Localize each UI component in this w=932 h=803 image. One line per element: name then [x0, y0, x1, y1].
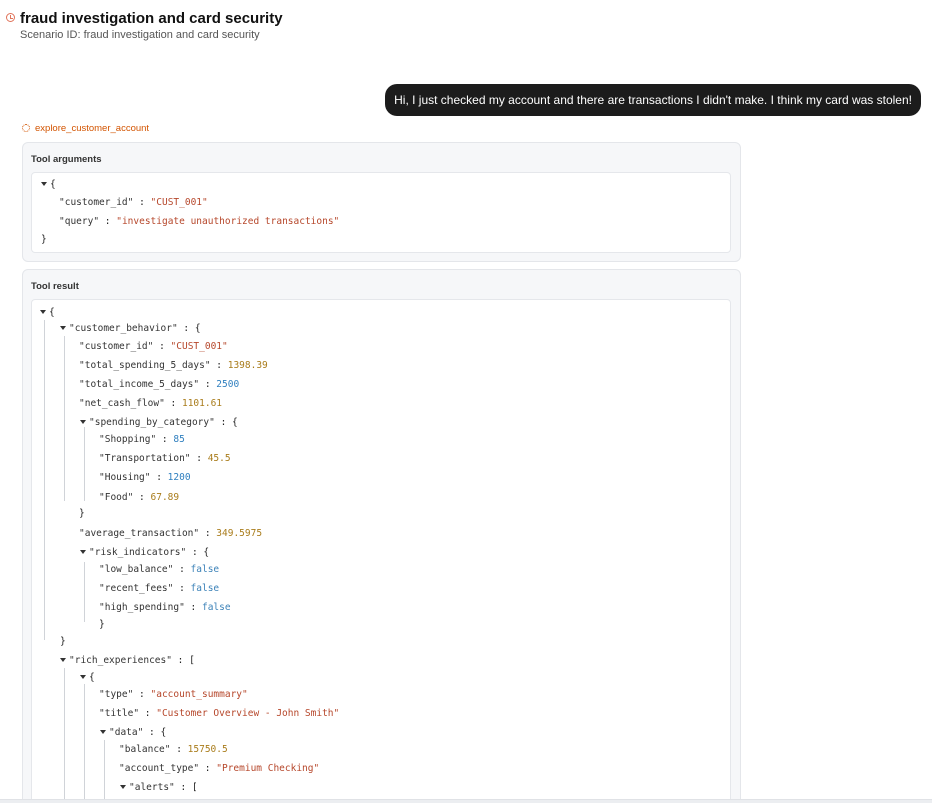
- json-entry: "recent_fees" : false: [99, 583, 220, 594]
- json-close-brace: }: [41, 234, 47, 245]
- json-node-toggle[interactable]: {: [80, 671, 95, 685]
- json-close-brace: }: [99, 619, 105, 630]
- gear-icon: [22, 124, 30, 132]
- caret-down-icon: [40, 310, 46, 314]
- json-node-toggle[interactable]: "customer_behavior" : {: [60, 322, 201, 336]
- json-entry: "title" : "Customer Overview - John Smit…: [99, 708, 340, 719]
- json-entry: "type" : "account_summary": [99, 689, 248, 700]
- user-message-bubble: Hi, I just checked my account and there …: [385, 84, 921, 116]
- tool-result-label: Tool result: [31, 281, 79, 292]
- tool-call-toggle[interactable]: explore_customer_account: [22, 123, 149, 134]
- json-node-toggle[interactable]: "risk_indicators" : {: [80, 546, 209, 560]
- json-entry: "high_spending" : false: [99, 602, 231, 613]
- json-entry: "customer_id" : "CUST_001": [59, 197, 208, 208]
- tool-result-json: { "customer_behavior" : { "customer_id" …: [31, 299, 731, 803]
- caret-down-icon: [41, 182, 47, 186]
- horizontal-scrollbar[interactable]: [0, 799, 932, 803]
- json-entry: "balance" : 15750.5: [119, 744, 228, 755]
- json-root-toggle[interactable]: {: [41, 178, 56, 192]
- tool-arguments-label: Tool arguments: [31, 154, 102, 165]
- tool-result-panel: Tool result { "customer_behavior" : { "c…: [22, 269, 741, 803]
- json-entry: "net_cash_flow" : 1101.61: [79, 398, 223, 409]
- json-entry: "low_balance" : false: [99, 564, 220, 575]
- caret-down-icon: [120, 785, 126, 789]
- json-node-toggle[interactable]: "spending_by_category" : {: [80, 416, 238, 430]
- json-node-toggle[interactable]: "alerts" : [: [120, 781, 198, 795]
- json-entry: "total_spending_5_days" : 1398.39: [79, 360, 268, 371]
- tool-call-name: explore_customer_account: [35, 123, 150, 134]
- json-node-toggle[interactable]: "data" : {: [100, 726, 166, 740]
- clock-icon: [6, 13, 15, 22]
- tool-arguments-panel: Tool arguments { "customer_id" : "CUST_0…: [22, 142, 741, 262]
- json-entry: "Shopping" : 85: [99, 434, 185, 445]
- caret-down-icon: [80, 675, 86, 679]
- json-entry: "customer_id" : "CUST_001": [79, 341, 228, 352]
- json-entry: "account_type" : "Premium Checking": [119, 763, 320, 774]
- json-entry: "Transportation" : 45.5: [99, 453, 231, 464]
- json-entry: "Housing" : 1200: [99, 472, 191, 483]
- json-close-brace: }: [60, 636, 66, 647]
- json-root-toggle[interactable]: {: [40, 306, 55, 320]
- caret-down-icon: [100, 730, 106, 734]
- json-entry: "query" : "investigate unauthorized tran…: [59, 216, 340, 227]
- json-close-brace: }: [79, 508, 85, 519]
- json-entry: "Food" : 67.89: [99, 492, 180, 503]
- caret-down-icon: [60, 658, 66, 662]
- json-entry: "total_income_5_days" : 2500: [79, 379, 240, 390]
- json-entry: "average_transaction" : 349.5975: [79, 528, 263, 539]
- caret-down-icon: [60, 326, 66, 330]
- scenario-subtitle: Scenario ID: fraud investigation and car…: [20, 29, 260, 41]
- caret-down-icon: [80, 420, 86, 424]
- tool-arguments-json: { "customer_id" : "CUST_001" "query" : "…: [31, 172, 731, 253]
- scenario-title: fraud investigation and card security: [20, 10, 283, 27]
- json-node-toggle[interactable]: "rich_experiences" : [: [60, 654, 195, 668]
- caret-down-icon: [80, 550, 86, 554]
